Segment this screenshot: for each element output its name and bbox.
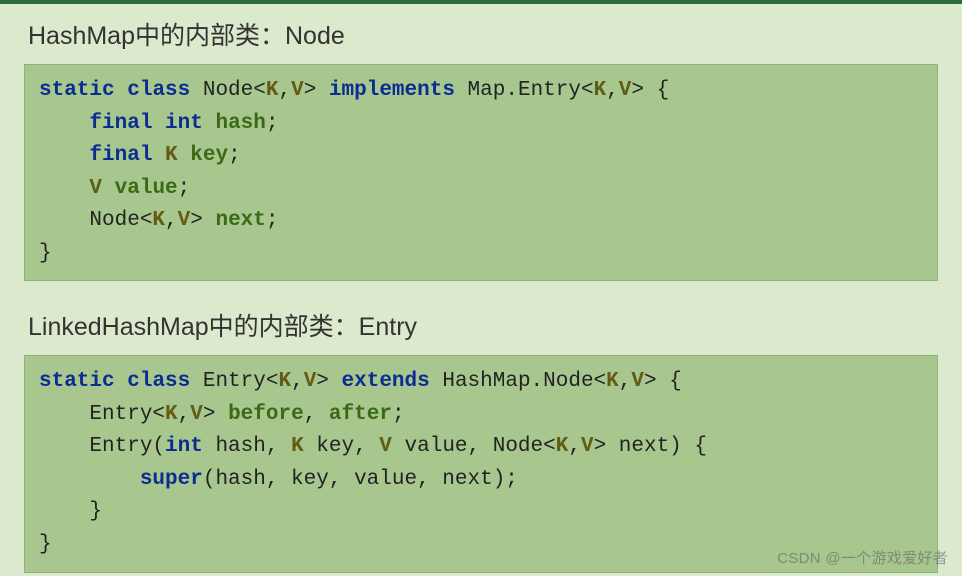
section2-code: static class Entry<K,V> extends HashMap.…	[24, 355, 938, 572]
kw-final: final	[89, 112, 152, 135]
kw-class: class	[127, 370, 190, 393]
watermark-text: CSDN @一个游戏爱好者	[777, 547, 948, 568]
document-root: HashMap中的内部类：Node static class Node<K,V>…	[0, 4, 962, 573]
kw-class: class	[127, 79, 190, 102]
kw-int: int	[165, 112, 203, 135]
section1-code: static class Node<K,V> implements Map.En…	[24, 64, 938, 281]
kw-static: static	[39, 79, 115, 102]
kw-super: super	[140, 468, 203, 491]
kw-static: static	[39, 370, 115, 393]
section2-heading: LinkedHashMap中的内部类：Entry	[18, 295, 944, 355]
kw-int: int	[165, 435, 203, 458]
kw-implements: implements	[329, 79, 455, 102]
section1-heading: HashMap中的内部类：Node	[18, 4, 944, 64]
kw-final: final	[89, 144, 152, 167]
kw-extends: extends	[342, 370, 430, 393]
